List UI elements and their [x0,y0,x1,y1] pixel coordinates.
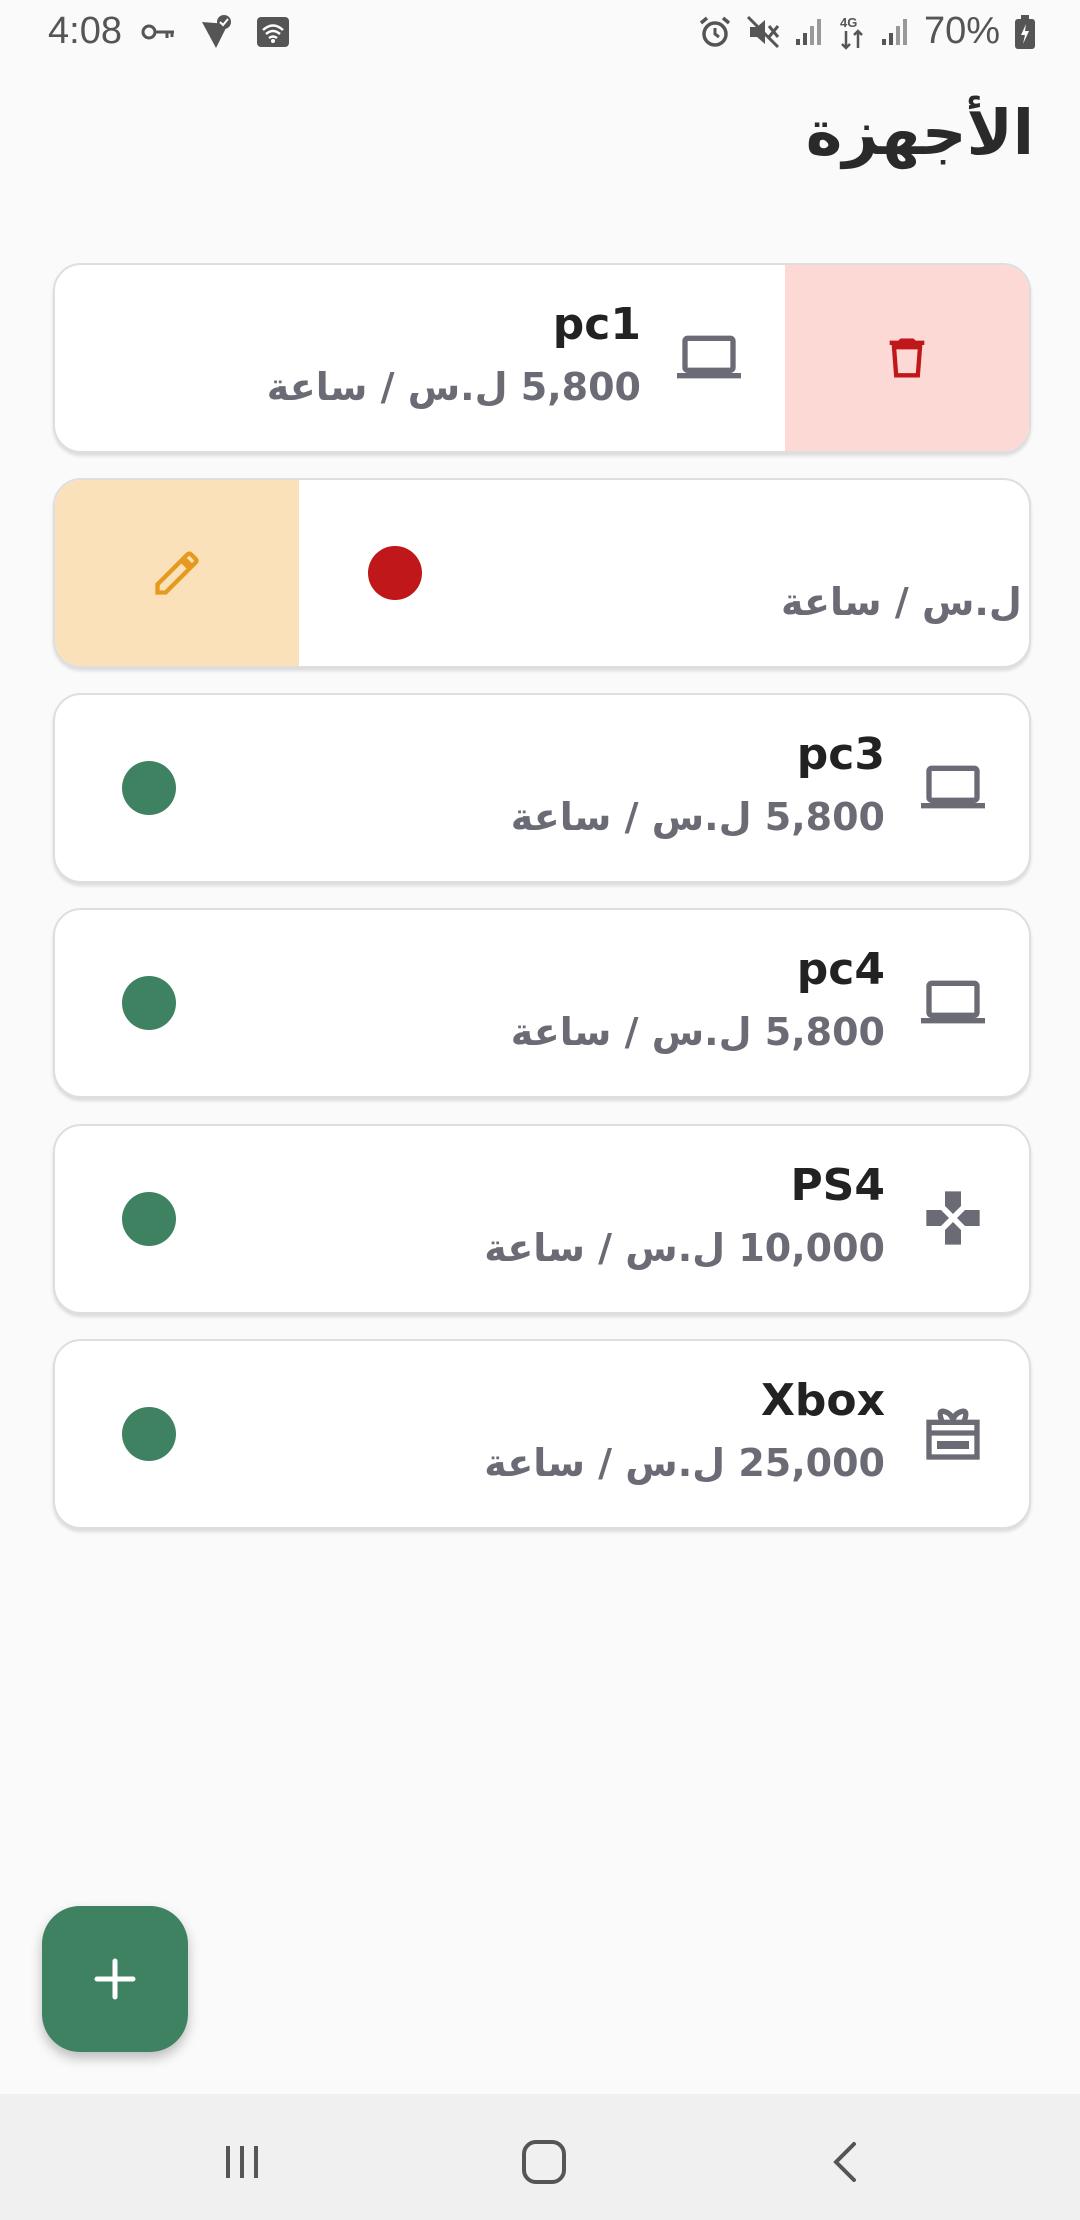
laptop-icon [677,335,741,379]
device-price: 5,800 ل.س / ساعة [266,365,641,409]
add-device-button[interactable] [42,1906,188,2052]
alarm-icon [698,15,732,49]
page-title: الأجهزة [805,96,1034,169]
device-card-pc1[interactable]: pc1 5,800 ل.س / ساعة [53,263,1031,453]
gamepad-icon [926,1191,980,1245]
4g-icon: 4G [838,14,866,50]
battery-icon [1014,14,1036,50]
svg-text:4G: 4G [840,15,857,30]
back-icon [833,2142,856,2182]
device-name: pc1 [552,299,641,350]
laptop-icon [921,980,985,1024]
device-name: pc3 [796,729,885,780]
device-card-pc2[interactable]: pc2 5,800 ل.س / ساعة [53,478,1031,668]
signal-icon [794,17,824,47]
device-price: 5,800 ل.س / ساعة [510,1010,885,1054]
device-name: pc4 [796,944,885,995]
status-dot [122,761,176,815]
recents-button[interactable] [212,2132,272,2192]
system-nav-bar [0,2094,1080,2220]
trash-icon [889,338,925,378]
device-card-ps4[interactable]: PS4 10,000 ل.س / ساعة [53,1124,1031,1314]
status-time: 4:08 [48,10,122,52]
status-dot [122,1192,176,1246]
device-card-xbox[interactable]: Xbox 25,000 ل.س / ساعة [53,1339,1031,1529]
device-price: 5,800 ل.س / ساعة [510,795,885,839]
device-price: 10,000 ل.س / ساعة [484,1226,885,1270]
key-icon [140,22,176,42]
recents-icon [226,2146,258,2178]
home-button[interactable] [514,2132,574,2192]
device-price: 5,800 ل.س / ساعة [781,580,1029,624]
device-name: PS4 [790,1160,885,1211]
console-icon [926,1408,980,1460]
vpn-check-icon [198,14,234,50]
status-dot [122,1407,176,1461]
device-name: Xbox [760,1375,885,1426]
device-card-pc4[interactable]: pc4 5,800 ل.س / ساعة [53,908,1031,1098]
back-button[interactable] [816,2132,876,2192]
battery-percent: 70% [923,10,1000,52]
laptop-icon [921,765,985,809]
home-icon [522,2140,566,2184]
status-dot [122,976,176,1030]
signal-icon [880,17,910,47]
device-price: 25,000 ل.س / ساعة [484,1441,885,1485]
device-card-pc3[interactable]: pc3 5,800 ل.س / ساعة [53,693,1031,883]
status-dot [368,546,422,600]
mute-icon [746,15,780,49]
edit-button[interactable] [55,480,299,666]
status-bar: 4:08 4G 70% [0,0,1080,66]
wifi-icon [256,16,290,48]
delete-button[interactable] [785,265,1029,451]
plus-icon [94,1958,136,2000]
pencil-icon [155,551,199,595]
